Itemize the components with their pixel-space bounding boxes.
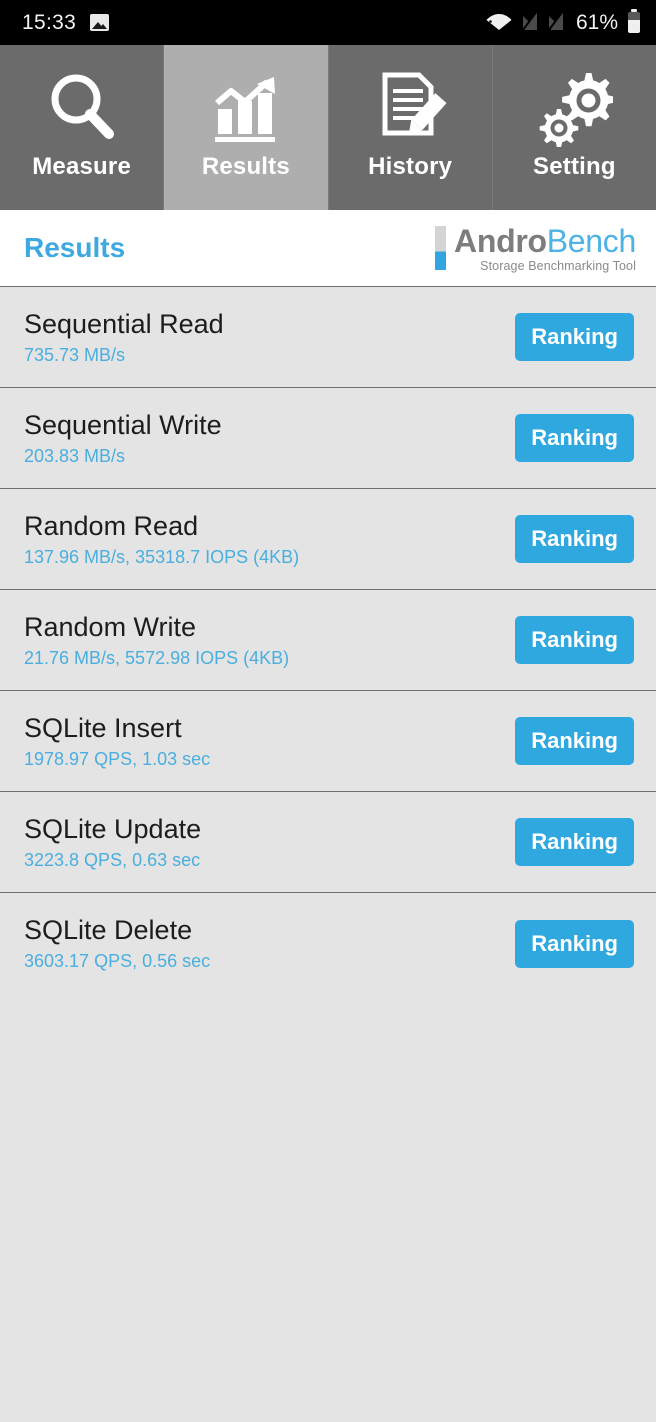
battery-percent: 61% [575, 10, 618, 34]
benchmark-name: SQLite Update [24, 813, 202, 844]
tab-history-label: History [368, 153, 453, 180]
table-row[interactable]: SQLite Delete 3603.17 QPS, 0.56 sec Rank… [0, 893, 656, 994]
gears-icon [535, 69, 614, 147]
ranking-button[interactable]: Ranking [515, 919, 634, 968]
tab-results[interactable]: Results [164, 45, 329, 210]
benchmark-name: Sequential Write [24, 409, 222, 440]
table-row[interactable]: Sequential Write 203.83 MB/s Ranking [0, 388, 656, 489]
wifi-icon [486, 10, 512, 35]
row-texts: SQLite Insert 1978.97 QPS, 1.03 sec [24, 712, 210, 771]
image-icon [90, 14, 110, 31]
benchmark-name: Random Read [24, 510, 199, 541]
tab-measure[interactable]: Measure [0, 45, 165, 210]
row-texts: SQLite Update 3223.8 QPS, 0.63 sec [24, 813, 201, 872]
logo-text: AndroBench Storage Benchmarking Tool [454, 224, 636, 273]
table-row[interactable]: Random Write 21.76 MB/s, 5572.98 IOPS (4… [0, 590, 656, 691]
table-row[interactable]: SQLite Insert 1978.97 QPS, 1.03 sec Rank… [0, 691, 656, 792]
battery-icon [628, 9, 640, 33]
tab-measure-label: Measure [32, 153, 132, 180]
tab-bar: Measure Results History Setting [0, 45, 656, 210]
document-pencil-icon [371, 69, 449, 147]
tab-results-label: Results [201, 153, 290, 180]
ranking-button[interactable]: Ranking [515, 515, 634, 563]
table-row[interactable]: Sequential Read 735.73 MB/s Ranking [0, 287, 656, 388]
row-texts: Sequential Read 735.73 MB/s [24, 308, 224, 367]
table-row[interactable]: Random Read 137.96 MB/s, 35318.7 IOPS (4… [0, 489, 656, 590]
row-texts: Random Write 21.76 MB/s, 5572.98 IOPS (4… [24, 611, 289, 670]
benchmark-value: 1978.97 QPS, 1.03 sec [24, 748, 211, 769]
magnifier-icon [43, 69, 121, 147]
benchmark-value: 3223.8 QPS, 0.63 sec [24, 849, 201, 870]
page-header: Results AndroBench Storage Benchmarking … [0, 210, 656, 286]
benchmark-name: Random Write [24, 611, 197, 642]
bar-chart-trend-icon [207, 69, 285, 147]
benchmark-value: 137.96 MB/s, 35318.7 IOPS (4KB) [24, 546, 300, 567]
tab-setting[interactable]: Setting [492, 45, 656, 210]
row-texts: SQLite Delete 3603.17 QPS, 0.56 sec [24, 914, 210, 973]
ranking-button[interactable]: Ranking [515, 313, 634, 361]
ranking-button[interactable]: Ranking [515, 414, 634, 462]
logo-secondary: Bench [546, 222, 637, 259]
benchmark-name: Sequential Read [24, 308, 224, 339]
page-title: Results [24, 232, 126, 263]
row-texts: Random Read 137.96 MB/s, 35318.7 IOPS (4… [24, 510, 299, 569]
tab-history[interactable]: History [328, 45, 493, 210]
tab-setting-label: Setting [533, 153, 616, 180]
androbench-logo: AndroBench Storage Benchmarking Tool [435, 224, 636, 273]
ranking-button[interactable]: Ranking [515, 717, 634, 765]
no-sim-icon [522, 9, 538, 36]
benchmark-value: 203.83 MB/s [24, 445, 126, 466]
logo-subtitle: Storage Benchmarking Tool [480, 258, 636, 273]
clock: 15:33 [22, 10, 77, 34]
logo-wordmark: AndroBench [454, 224, 636, 258]
benchmark-value: 3603.17 QPS, 0.56 sec [24, 951, 211, 971]
table-row[interactable]: SQLite Update 3223.8 QPS, 0.63 sec Ranki… [0, 792, 656, 893]
results-list: Sequential Read 735.73 MB/s Ranking Sequ… [0, 286, 656, 994]
benchmark-name: SQLite Delete [24, 915, 193, 945]
row-texts: Sequential Write 203.83 MB/s [24, 409, 222, 468]
status-bar-left: 15:33 [22, 10, 110, 35]
status-bar-right: 61% [486, 9, 640, 36]
status-bar: 15:33 61% [0, 0, 656, 45]
benchmark-name: SQLite Insert [24, 712, 182, 743]
ranking-button[interactable]: Ranking [515, 616, 634, 664]
ranking-button[interactable]: Ranking [515, 818, 634, 866]
logo-bar-icon [435, 226, 447, 270]
no-sim-icon [548, 9, 564, 36]
benchmark-value: 21.76 MB/s, 5572.98 IOPS (4KB) [24, 647, 290, 668]
logo-primary: Andro [454, 222, 547, 259]
benchmark-value: 735.73 MB/s [24, 344, 126, 365]
